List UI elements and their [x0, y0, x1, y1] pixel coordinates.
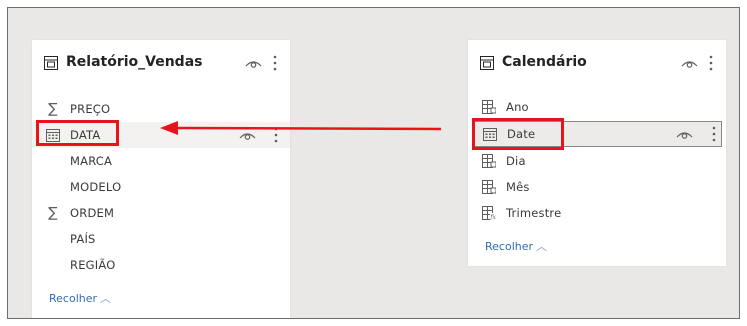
- annotation-arrow: [160, 121, 442, 135]
- model-view-canvas: Relatório_Vendas ∑ PREÇO DATA MARCA MODE…: [7, 7, 740, 319]
